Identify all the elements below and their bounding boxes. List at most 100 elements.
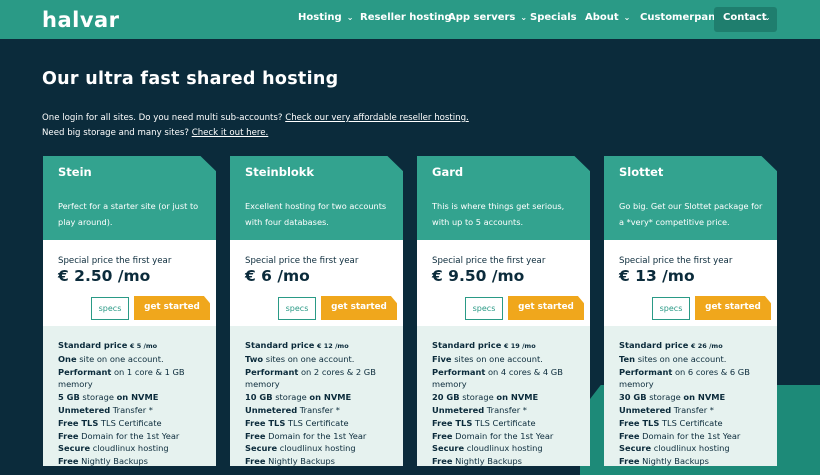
feature-storage: 30 GB storage on NVME — [619, 392, 726, 403]
nav-item-label: Specials — [530, 12, 577, 23]
nav-item-app-servers[interactable]: App servers ⌄ — [448, 12, 527, 23]
feature-transfer: Unmetered Transfer * — [432, 404, 527, 415]
plan-description: Excellent hosting for two accounts with … — [245, 201, 387, 227]
top-navigation: halvar Hosting ⌄ Reseller hosting App ser… — [0, 0, 820, 39]
price-value: € 2.50 /mo — [58, 267, 151, 285]
feature-performance: Performant on 1 core & 1 GB memory — [58, 366, 185, 390]
nav-item-label: Contact — [723, 12, 767, 23]
intro-line-storage: Need big storage and many sites? Check i… — [42, 128, 268, 138]
feature-performance: Performant on 4 cores & 4 GB memory — [432, 366, 563, 390]
plan-pricing: Special price the first year € 13 /mo sp… — [604, 240, 777, 326]
plan-name: Stein — [58, 165, 92, 179]
plan-card-gard: Gard This is where things get serious, w… — [417, 156, 590, 466]
feature-standard-price: Standard price € 26 /mo — [619, 340, 723, 350]
nav-item-contact[interactable]: Contact ⌄ — [714, 7, 777, 32]
specs-button[interactable]: specs — [465, 297, 503, 320]
feature-hosting: Secure cloudlinux hosting — [619, 443, 730, 454]
plan-pricing: Special price the first year € 6 /mo spe… — [230, 240, 403, 326]
price-label: Special price the first year — [58, 256, 172, 266]
feature-domain: Free Domain for the 1st Year — [245, 430, 367, 441]
get-started-button[interactable]: get started — [134, 296, 210, 320]
feature-list: Standard price € 12 /mo Two sites on one… — [245, 339, 397, 468]
feature-sites: Ten sites on one account. — [619, 353, 727, 364]
nav-item-label: Hosting — [298, 12, 342, 23]
nav-item-specials[interactable]: Specials — [530, 12, 577, 23]
plan-description: Perfect for a starter site (or just to p… — [58, 201, 199, 227]
plan-pricing: Special price the first year € 2.50 /mo … — [43, 240, 216, 326]
nav-item-hosting[interactable]: Hosting ⌄ — [298, 12, 353, 23]
chevron-down-icon: ⌄ — [520, 13, 528, 22]
nav-item-reseller-hosting[interactable]: Reseller hosting — [360, 12, 452, 23]
nav-item-about[interactable]: About ⌄ — [585, 12, 630, 23]
get-started-button[interactable]: get started — [695, 296, 771, 320]
feature-tls: Free TLS TLS Certificate — [58, 417, 162, 428]
feature-performance: Performant on 2 cores & 2 GB memory — [245, 366, 376, 390]
feature-storage: 10 GB storage on NVME — [245, 392, 352, 403]
feature-tls: Free TLS TLS Certificate — [432, 417, 536, 428]
feature-hosting: Secure cloudlinux hosting — [58, 443, 169, 454]
intro-line-reseller: One login for all sites. Do you need mul… — [42, 113, 469, 123]
feature-list: Standard price € 19 /mo Five sites on on… — [432, 339, 584, 468]
feature-backups: Free Nightly Backups — [619, 456, 709, 467]
feature-backups: Free Nightly Backups — [58, 456, 148, 467]
chevron-down-icon: ⌄ — [764, 13, 771, 22]
price-label: Special price the first year — [432, 256, 546, 266]
plan-name: Slottet — [619, 165, 664, 179]
specs-button[interactable]: specs — [278, 297, 316, 320]
plan-description: Go big. Get our Slottet package for a *v… — [619, 201, 763, 227]
nav-item-label: App servers — [448, 12, 516, 23]
feature-standard-price: Standard price € 5 /mo — [58, 340, 158, 350]
nav-item-label: Customerpanel — [640, 12, 726, 23]
price-value: € 6 /mo — [245, 267, 310, 285]
price-label: Special price the first year — [245, 256, 359, 266]
feature-sites: Two sites on one account. — [245, 353, 355, 364]
nav-item-customerpanel[interactable]: Customerpanel — [640, 12, 725, 23]
feature-tls: Free TLS TLS Certificate — [619, 417, 723, 428]
specs-button[interactable]: specs — [652, 297, 690, 320]
plan-features: Standard price € 26 /mo Ten sites on one… — [604, 326, 777, 466]
chevron-down-icon: ⌄ — [623, 13, 631, 22]
feature-domain: Free Domain for the 1st Year — [619, 430, 741, 441]
plan-name: Steinblokk — [245, 165, 315, 179]
plan-header: Slottet Go big. Get our Slottet package … — [604, 156, 777, 240]
nav-item-label: About — [585, 12, 619, 23]
feature-standard-price: Standard price € 19 /mo — [432, 340, 536, 350]
feature-domain: Free Domain for the 1st Year — [432, 430, 554, 441]
intro-text: Need big storage and many sites? — [42, 128, 192, 138]
feature-sites: Five sites on one account. — [432, 353, 543, 364]
plan-card-slottet: Slottet Go big. Get our Slottet package … — [604, 156, 777, 466]
feature-domain: Free Domain for the 1st Year — [58, 430, 180, 441]
price-label: Special price the first year — [619, 256, 733, 266]
reseller-hosting-link[interactable]: Check our very affordable reseller hosti… — [285, 113, 469, 123]
big-storage-link[interactable]: Check it out here. — [192, 128, 269, 138]
get-started-button[interactable]: get started — [321, 296, 397, 320]
plan-description: This is where things get serious, with u… — [432, 201, 565, 227]
get-started-button[interactable]: get started — [508, 296, 584, 320]
feature-list: Standard price € 5 /mo One site on one a… — [58, 339, 210, 468]
feature-hosting: Secure cloudlinux hosting — [245, 443, 356, 454]
plan-header: Steinblokk Excellent hosting for two acc… — [230, 156, 403, 240]
feature-backups: Free Nightly Backups — [432, 456, 522, 467]
price-value: € 13 /mo — [619, 267, 695, 285]
logo[interactable]: halvar — [42, 8, 120, 32]
feature-tls: Free TLS TLS Certificate — [245, 417, 349, 428]
plan-features: Standard price € 12 /mo Two sites on one… — [230, 326, 403, 466]
feature-transfer: Unmetered Transfer * — [619, 404, 714, 415]
nav-item-label: Reseller hosting — [360, 12, 452, 23]
intro-text: One login for all sites. Do you need mul… — [42, 113, 286, 123]
specs-button[interactable]: specs — [91, 297, 129, 320]
chevron-down-icon: ⌄ — [346, 13, 354, 22]
price-value: € 9.50 /mo — [432, 267, 525, 285]
plan-card-steinblokk: Steinblokk Excellent hosting for two acc… — [230, 156, 403, 466]
feature-storage: 20 GB storage on NVME — [432, 392, 539, 403]
feature-standard-price: Standard price € 12 /mo — [245, 340, 349, 350]
feature-backups: Free Nightly Backups — [245, 456, 335, 467]
feature-hosting: Secure cloudlinux hosting — [432, 443, 543, 454]
page-title: Our ultra fast shared hosting — [42, 69, 339, 89]
plan-header: Gard This is where things get serious, w… — [417, 156, 590, 240]
plan-features: Standard price € 5 /mo One site on one a… — [43, 326, 216, 466]
feature-transfer: Unmetered Transfer * — [58, 404, 153, 415]
plan-name: Gard — [432, 165, 464, 179]
feature-transfer: Unmetered Transfer * — [245, 404, 340, 415]
plan-pricing: Special price the first year € 9.50 /mo … — [417, 240, 590, 326]
